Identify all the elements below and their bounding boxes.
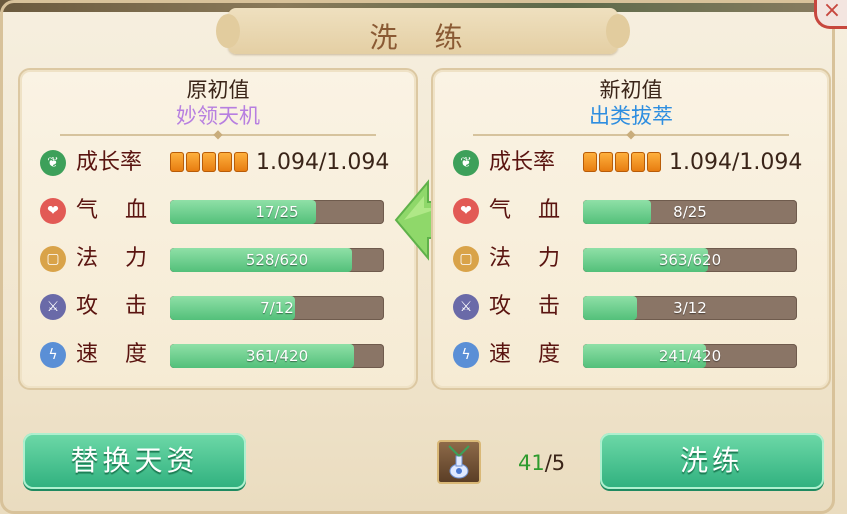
growth-pip bbox=[170, 152, 184, 172]
growth-pip bbox=[631, 152, 645, 172]
stat-row-mp: ▢ 法 力 363/620 bbox=[453, 244, 813, 274]
stat-row-mp: ▢ 法 力 528/620 bbox=[40, 244, 400, 274]
stat-bar: 17/25 bbox=[170, 200, 384, 224]
stat-label: 攻 击 bbox=[76, 294, 157, 319]
lightning-icon: ϟ bbox=[40, 342, 66, 368]
replace-talent-button[interactable]: 替换天资 bbox=[23, 433, 246, 489]
stat-value: 8/25 bbox=[673, 203, 707, 221]
growth-pip bbox=[599, 152, 613, 172]
scroll-icon: ▢ bbox=[40, 246, 66, 272]
item-owned-count: 41 bbox=[518, 451, 545, 475]
growth-pip bbox=[202, 152, 216, 172]
stat-value: 528/620 bbox=[245, 251, 309, 269]
divider-ornament: ◆ bbox=[626, 127, 636, 141]
lightning-icon: ϟ bbox=[453, 342, 479, 368]
sword-icon: ⚔ bbox=[40, 294, 66, 320]
stat-label: 速 度 bbox=[489, 342, 570, 367]
divider-ornament: ◆ bbox=[213, 127, 223, 141]
stat-label: 攻 击 bbox=[489, 294, 570, 319]
stat-row-spd: ϟ 速 度 361/420 bbox=[40, 340, 400, 370]
stat-bar: 3/12 bbox=[583, 296, 797, 320]
growth-label: 成长率 bbox=[76, 150, 143, 175]
stat-value: 241/420 bbox=[658, 347, 722, 365]
leaf-icon: ❦ bbox=[453, 150, 479, 176]
growth-value: 1.094/1.094 bbox=[669, 150, 803, 175]
growth-row: ❦ 成长率 1.094/1.094 bbox=[40, 148, 400, 178]
new-values-panel: 新初值 出类拔萃 ◆ ❦ 成长率 1.094/1.094 ❤ 气 血 8/25 … bbox=[431, 68, 831, 390]
title-plate: 洗 练 bbox=[216, 8, 630, 54]
stat-bar: 528/620 bbox=[170, 248, 384, 272]
stat-value: 361/420 bbox=[245, 347, 309, 365]
item-count: 41/5 bbox=[518, 451, 565, 475]
stat-label: 气 血 bbox=[76, 198, 157, 223]
close-icon: × bbox=[822, 0, 842, 23]
stat-row-hp: ❤ 气 血 17/25 bbox=[40, 196, 400, 226]
growth-pip bbox=[583, 152, 597, 172]
growth-row: ❦ 成长率 1.094/1.094 bbox=[453, 148, 813, 178]
growth-label: 成长率 bbox=[489, 150, 556, 175]
heart-icon: ❤ bbox=[40, 198, 66, 224]
stat-label: 气 血 bbox=[489, 198, 570, 223]
item-slot[interactable] bbox=[437, 440, 481, 484]
growth-pip bbox=[615, 152, 629, 172]
potion-vase-icon bbox=[448, 445, 470, 479]
stat-row-atk: ⚔ 攻 击 7/12 bbox=[40, 292, 400, 322]
sword-icon: ⚔ bbox=[453, 294, 479, 320]
stat-row-atk: ⚔ 攻 击 3/12 bbox=[453, 292, 813, 322]
wash-button[interactable]: 洗练 bbox=[600, 433, 824, 489]
original-values-panel: 原初值 妙领天机 ◆ ❦ 成长率 1.094/1.094 ❤ 气 血 17/25… bbox=[18, 68, 418, 390]
scroll-icon: ▢ bbox=[453, 246, 479, 272]
stat-bar: 7/12 bbox=[170, 296, 384, 320]
original-skill-name: 妙领天机 bbox=[176, 104, 260, 128]
stat-label: 法 力 bbox=[76, 246, 157, 271]
growth-pip bbox=[234, 152, 248, 172]
stat-row-spd: ϟ 速 度 241/420 bbox=[453, 340, 813, 370]
new-skill-name: 出类拔萃 bbox=[589, 104, 673, 128]
item-required-count: /5 bbox=[544, 451, 566, 475]
dialog-title: 洗 练 bbox=[369, 21, 477, 54]
close-button[interactable]: × bbox=[814, 0, 847, 29]
stat-label: 法 力 bbox=[489, 246, 570, 271]
stat-value: 363/620 bbox=[658, 251, 722, 269]
growth-pips bbox=[170, 152, 250, 174]
stat-value: 3/12 bbox=[673, 299, 707, 317]
growth-pip bbox=[186, 152, 200, 172]
leaf-icon: ❦ bbox=[40, 150, 66, 176]
heart-icon: ❤ bbox=[453, 198, 479, 224]
wash-dialog: 洗 练 × 原初值 妙领天机 ◆ ❦ 成长率 1.094/1.094 ❤ 气 血… bbox=[0, 0, 847, 514]
stat-value: 7/12 bbox=[260, 299, 294, 317]
stat-bar: 241/420 bbox=[583, 344, 797, 368]
stat-bar: 363/620 bbox=[583, 248, 797, 272]
growth-pip bbox=[647, 152, 661, 172]
growth-pips bbox=[583, 152, 663, 174]
growth-value: 1.094/1.094 bbox=[256, 150, 390, 175]
stat-bar: 361/420 bbox=[170, 344, 384, 368]
stat-label: 速 度 bbox=[76, 342, 157, 367]
growth-pip bbox=[218, 152, 232, 172]
stat-bar: 8/25 bbox=[583, 200, 797, 224]
stat-value: 17/25 bbox=[255, 203, 299, 221]
stat-row-hp: ❤ 气 血 8/25 bbox=[453, 196, 813, 226]
